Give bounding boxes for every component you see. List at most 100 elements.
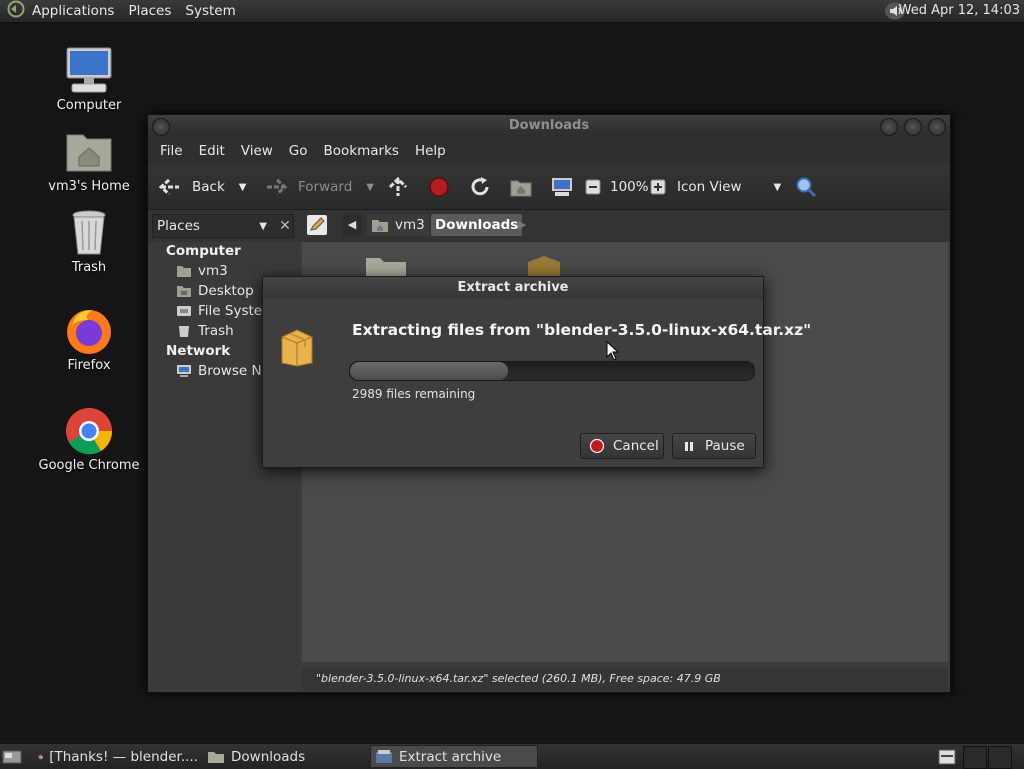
taskbar-item-extract[interactable]: Extract archive	[370, 745, 538, 768]
computer-icon	[552, 178, 572, 196]
workspace-switcher[interactable]	[938, 745, 962, 768]
stop-button[interactable]	[428, 165, 450, 209]
path-forward-button[interactable]: ▶	[518, 214, 526, 236]
system-menu[interactable]: System	[179, 3, 243, 19]
search-icon	[796, 177, 817, 198]
close-button[interactable]	[928, 118, 946, 136]
places-menu[interactable]: Places	[122, 3, 179, 19]
view-mode-select[interactable]: Icon View ▼	[677, 165, 781, 209]
go-menu[interactable]: Go	[281, 143, 316, 159]
package-icon	[281, 329, 313, 367]
trash-icon	[72, 210, 106, 255]
sidebar-item-desktop[interactable]: Desktop	[176, 283, 254, 299]
minimize-button[interactable]	[880, 118, 898, 136]
zoom-in-button[interactable]	[650, 165, 666, 209]
sidebar-heading-network: Network	[166, 343, 231, 359]
mouse-pointer-icon	[606, 341, 620, 361]
sidebar-heading-computer: Computer	[166, 243, 241, 259]
desktop-trash[interactable]: Trash	[29, 208, 149, 275]
drive-icon	[177, 306, 191, 316]
up-arrow-icon	[388, 176, 408, 196]
search-button[interactable]	[795, 165, 817, 209]
taskbar-item-browser[interactable]: [Thanks! — blender....	[38, 745, 198, 768]
chrome-icon	[66, 408, 113, 455]
desktop-computer[interactable]: Computer	[29, 46, 149, 113]
network-icon	[177, 365, 191, 377]
zoom-out-button[interactable]	[585, 165, 601, 209]
menu-bar: File Edit View Go Bookmarks Help	[148, 137, 950, 165]
close-sidebar-icon[interactable]: ✕	[275, 218, 295, 234]
sidebar-item-trash[interactable]: Trash	[176, 323, 234, 339]
zoom-level[interactable]: 100%	[610, 165, 649, 209]
show-desktop-icon	[2, 750, 22, 763]
archive-manager-icon	[376, 749, 392, 763]
zoom-in-icon	[650, 179, 666, 195]
workspace-3[interactable]	[988, 746, 1012, 769]
desktop-folder-icon	[177, 286, 191, 297]
desktop-chrome[interactable]: Google Chrome	[29, 406, 149, 473]
home-folder-icon	[177, 266, 191, 277]
maximize-button[interactable]	[904, 118, 922, 136]
sidebar-selector[interactable]: Places ▼ ✕	[152, 214, 294, 238]
cancel-button[interactable]: Cancel	[580, 433, 664, 459]
toolbar: Back ▼ Forward ▼ 100% Icon View ▼	[148, 165, 950, 210]
up-button[interactable]	[387, 165, 409, 209]
back-button[interactable]: Back ▼	[158, 165, 246, 209]
firefox-icon	[67, 310, 111, 354]
computer-icon	[66, 47, 112, 93]
desktop-firefox[interactable]: Firefox	[29, 306, 149, 373]
applications-menu[interactable]: Applications	[32, 3, 122, 19]
forward-arrow-icon	[267, 178, 288, 196]
computer-button[interactable]	[551, 165, 573, 209]
window-menu-button[interactable]	[152, 118, 170, 136]
view-menu[interactable]: View	[233, 143, 281, 159]
sidebar-item-vm3[interactable]: vm3	[176, 263, 228, 279]
desktop-home[interactable]: vm3's Home	[29, 127, 149, 194]
dialog-title[interactable]: Extract archive	[263, 277, 763, 299]
desktop-icon-label: Computer	[56, 98, 122, 113]
archive-icon[interactable]	[524, 254, 564, 278]
trash-icon	[179, 326, 189, 337]
toggle-path-edit-button[interactable]	[307, 215, 327, 235]
pause-icon	[685, 442, 693, 451]
home-icon	[510, 180, 532, 197]
clock[interactable]: Wed Apr 12, 14:03	[899, 3, 1020, 18]
stop-icon	[429, 177, 449, 197]
back-arrow-icon	[158, 178, 179, 196]
show-desktop-button[interactable]	[2, 745, 28, 768]
back-history-dropdown[interactable]: ▼	[239, 182, 247, 193]
window-titlebar[interactable]: Downloads	[148, 115, 950, 137]
home-folder-icon	[372, 220, 388, 232]
home-button[interactable]	[510, 165, 532, 209]
distro-logo-icon[interactable]	[6, 0, 26, 22]
extract-progress-bar	[349, 361, 755, 381]
pause-button[interactable]: Pause	[672, 433, 756, 459]
workspace-2[interactable]	[963, 746, 987, 769]
zoom-out-icon	[585, 179, 601, 195]
desktop-icon-label: Google Chrome	[38, 458, 140, 473]
top-panel: Applications Places System Wed Apr 12, 1…	[0, 0, 1024, 23]
folder-icon[interactable]	[364, 254, 408, 278]
extract-archive-dialog: Extract archive Extracting files from "b…	[262, 276, 811, 468]
sidebar-item-file-system[interactable]: File System	[176, 303, 275, 319]
desktop-icon-label: Firefox	[67, 358, 111, 373]
forward-history-dropdown[interactable]: ▼	[366, 182, 374, 193]
help-menu[interactable]: Help	[407, 143, 454, 159]
files-remaining: 2989 files remaining	[352, 387, 476, 401]
path-segment-vm3[interactable]: vm3	[367, 214, 429, 236]
stop-icon	[589, 438, 605, 454]
file-menu[interactable]: File	[152, 143, 191, 159]
bookmarks-menu[interactable]: Bookmarks	[316, 143, 407, 159]
status-bar: "blender-3.5.0-linux-x64.tar.xz" selecte…	[302, 667, 948, 691]
chrome-icon	[38, 754, 43, 759]
reload-icon	[471, 177, 489, 196]
reload-button[interactable]	[469, 165, 491, 209]
desktop-icon-label: vm3's Home	[48, 179, 130, 194]
taskbar-item-downloads[interactable]: Downloads	[207, 745, 367, 768]
folder-icon	[208, 751, 224, 763]
desktop-icon-label: Trash	[71, 260, 107, 275]
path-segment-downloads[interactable]: Downloads	[431, 214, 523, 236]
edit-menu[interactable]: Edit	[191, 143, 233, 159]
path-back-button[interactable]: ◀	[342, 214, 362, 236]
forward-button[interactable]: Forward ▼	[264, 165, 374, 209]
